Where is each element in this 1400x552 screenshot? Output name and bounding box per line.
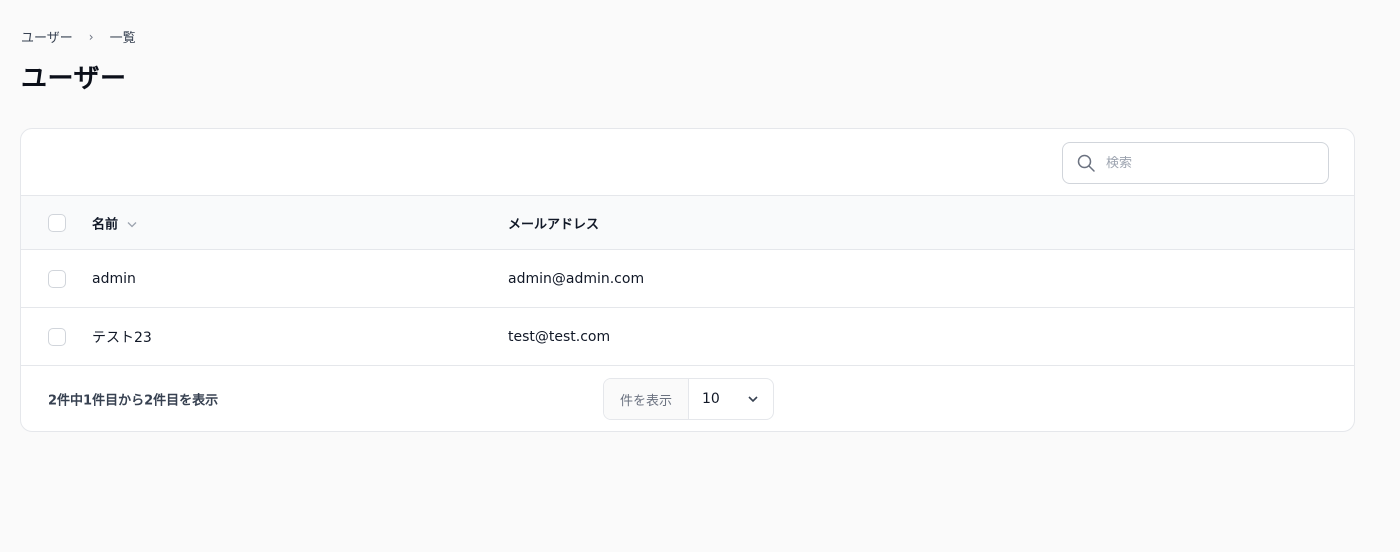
chevron-down-icon — [127, 222, 137, 228]
search-input[interactable] — [1106, 155, 1316, 171]
column-header-email: メールアドレス — [508, 217, 600, 232]
cell-email: test@test.com — [508, 328, 611, 345]
breadcrumb-item-list: 一覧 — [109, 31, 136, 46]
per-page-value: 10 — [702, 391, 720, 407]
table-footer: 2件中1件目から2件目を表示 件を表示 10 — [21, 366, 1354, 431]
per-page-control: 件を表示 10 — [603, 378, 774, 420]
table-row[interactable]: admin admin@admin.com — [21, 250, 1354, 308]
table-header-row: 名前 メールアドレス — [21, 196, 1354, 250]
select-all-checkbox[interactable] — [48, 213, 66, 232]
breadcrumb: ユーザー › 一覧 — [21, 27, 136, 47]
row-checkbox[interactable] — [48, 269, 66, 288]
breadcrumb-separator: › — [88, 29, 94, 44]
breadcrumb-item-users[interactable]: ユーザー — [21, 27, 73, 46]
column-header-name[interactable]: 名前 — [92, 213, 138, 232]
row-checkbox[interactable] — [48, 327, 66, 346]
chevron-down-icon — [748, 396, 758, 403]
page-title: ユーザー — [21, 64, 127, 94]
search-box[interactable] — [1062, 142, 1329, 184]
cell-email: admin@admin.com — [508, 270, 645, 287]
table-toolbar — [21, 129, 1354, 196]
table-row[interactable]: テスト23 test@test.com — [21, 308, 1354, 366]
search-icon — [1077, 154, 1095, 172]
per-page-select[interactable]: 10 — [689, 379, 773, 419]
pagination-summary: 2件中1件目から2件目を表示 — [48, 393, 219, 409]
per-page-label: 件を表示 — [604, 379, 689, 419]
cell-name: テスト23 — [92, 329, 152, 346]
column-header-name-label: 名前 — [92, 217, 119, 232]
cell-name: admin — [92, 270, 136, 287]
page: ユーザー › 一覧 ユーザー 名前 メールアドレス admin admin@ad… — [0, 0, 1400, 552]
users-table-card: 名前 メールアドレス admin admin@admin.com テスト23 t… — [20, 128, 1355, 432]
